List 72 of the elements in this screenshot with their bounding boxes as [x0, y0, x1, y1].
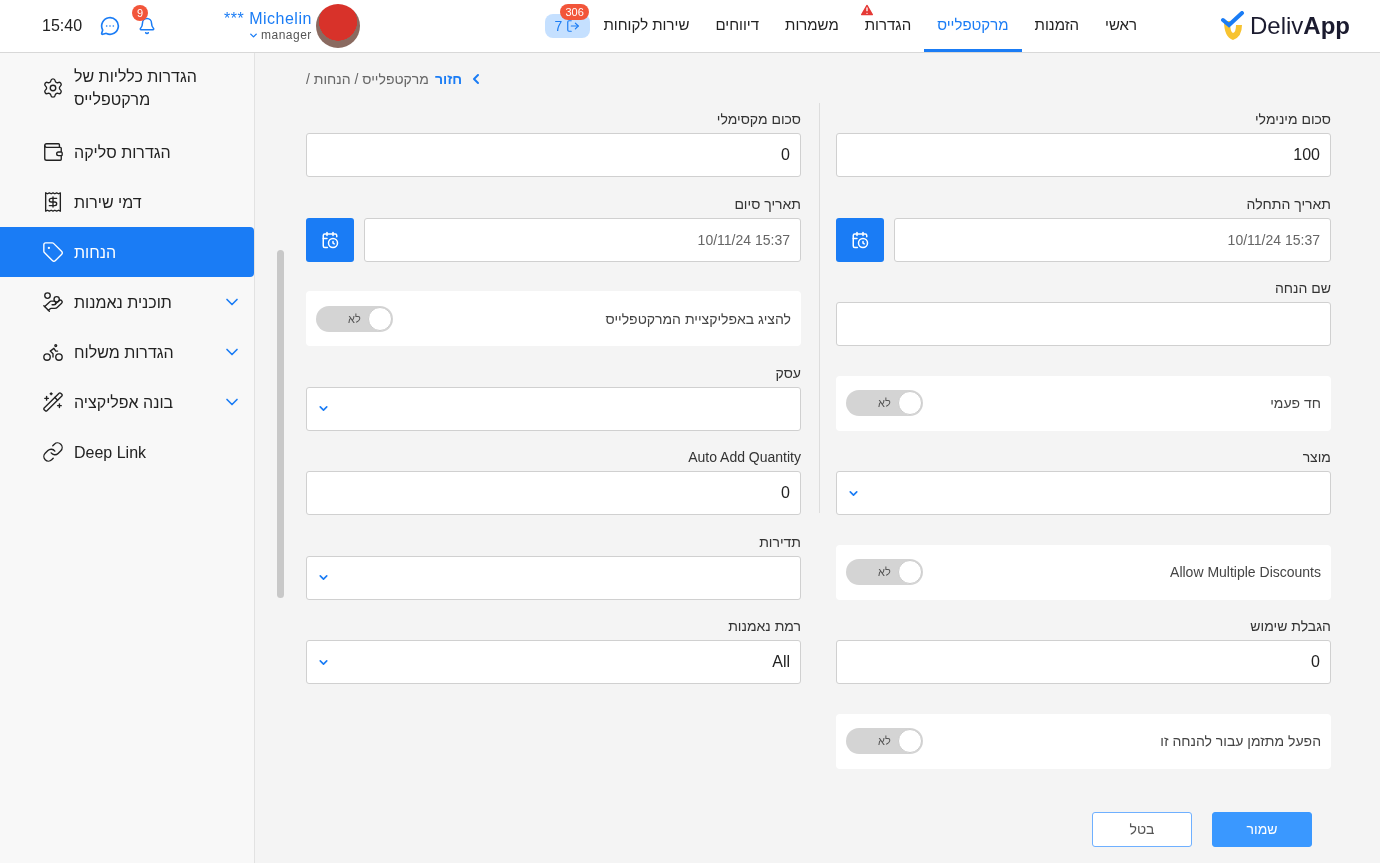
sidebar-item[interactable]: הגדרות כלליות של מרקטפלייס	[0, 63, 254, 113]
toggle-label: הפעל מתזמן עבור להנחה זו	[1160, 733, 1321, 749]
field-label: מוצר	[1301, 449, 1331, 465]
nav-tab[interactable]: משמרות	[772, 0, 852, 52]
sidebar-item[interactable]: דמי שירות	[0, 177, 254, 227]
select-field[interactable]: All	[306, 640, 801, 684]
bell-icon[interactable]	[138, 17, 157, 35]
nav-tab[interactable]: דיווחים	[702, 0, 773, 52]
field-label: תדירות	[758, 533, 801, 550]
avatar[interactable]	[315, 4, 360, 48]
count-badge: 9	[132, 5, 149, 21]
exit-icon	[566, 19, 581, 33]
scrollbar[interactable]	[277, 250, 284, 598]
receipt-icon	[42, 191, 64, 213]
logo-icon	[1220, 11, 1246, 41]
nav-tab[interactable]: הגדרות	[851, 0, 925, 52]
wand-icon	[42, 391, 64, 413]
nav-tab[interactable]: שירות לקוחות	[590, 0, 703, 52]
cancel-button[interactable]: בטל	[1092, 811, 1192, 847]
input-field[interactable]: 100	[836, 133, 1331, 177]
input-field[interactable]: 0	[306, 471, 801, 515]
input-field[interactable]: 0	[836, 640, 1331, 684]
field-label: הגבלת שימוש	[1249, 618, 1331, 634]
tag-icon	[42, 241, 64, 263]
select-field[interactable]	[306, 386, 801, 431]
sidebar-item[interactable]: Deep Link	[0, 427, 254, 477]
link-icon	[42, 441, 64, 463]
toggle-switch[interactable]: לא	[846, 390, 923, 416]
back-link[interactable]: חזור	[434, 71, 463, 87]
input-field[interactable]: 0	[306, 133, 801, 177]
calendar-button[interactable]	[836, 217, 884, 262]
sidebar-item[interactable]: תוכנית נאמנות	[0, 277, 254, 327]
toggle-label: להציג באפליקציית המרקטפלייס	[605, 310, 791, 327]
wallet-icon	[42, 141, 64, 163]
date-field[interactable]: 10/11/24 15:37	[894, 217, 1331, 262]
field-label: תאריך סיום	[733, 195, 801, 212]
sidebar-item[interactable]: הגדרות סליקה	[0, 127, 254, 177]
toggle-switch[interactable]: לא	[846, 728, 923, 754]
hand-icon	[42, 291, 64, 313]
toggle-label: חד פעמי	[1270, 395, 1321, 411]
field-label: תאריך התחלה	[1245, 195, 1331, 212]
field-label: סכום מקסימלי	[715, 111, 801, 127]
nav-tab[interactable]: ראשי	[1092, 0, 1150, 52]
select-field[interactable]	[836, 471, 1331, 515]
toggle-label: Allow Multiple Discounts	[1170, 564, 1321, 580]
nav-tab[interactable]: מרקטפלייס	[924, 0, 1022, 52]
user-name[interactable]: *** Michelin	[224, 10, 312, 28]
field-label: רמת נאמנות	[727, 618, 801, 634]
breadcrumb: מרקטפלייס / הנחות /	[306, 71, 429, 87]
chat-icon[interactable]	[100, 16, 121, 36]
field-label: עסק	[774, 364, 801, 381]
field-label: Auto Add Quantity	[687, 449, 801, 465]
sidebar-item[interactable]: הנחות	[0, 227, 254, 277]
gear-icon	[42, 77, 64, 99]
toggle-switch[interactable]: לא	[316, 305, 393, 332]
count-badge: 306	[560, 4, 589, 20]
sidebar-item[interactable]: בונה אפליקציה	[0, 377, 254, 427]
field-label: סכום מינימלי	[1254, 111, 1331, 127]
user-role: manager	[261, 28, 312, 42]
field-label: שם הנחה	[1274, 280, 1331, 296]
bike-icon	[42, 341, 64, 363]
nav-tab[interactable]: הזמנות	[1021, 0, 1092, 52]
input-field[interactable]	[836, 302, 1331, 346]
calendar-button[interactable]	[306, 217, 354, 262]
clock: 15:40	[42, 17, 83, 35]
sidebar-item[interactable]: הגדרות משלוח	[0, 327, 254, 377]
date-field[interactable]: 10/11/24 15:37	[364, 217, 801, 262]
select-field[interactable]	[306, 555, 801, 600]
calendar-icon	[851, 230, 869, 249]
calendar-icon	[321, 230, 339, 249]
toggle-switch[interactable]: לא	[846, 559, 923, 585]
logo-text: DelivApp	[1250, 12, 1350, 40]
